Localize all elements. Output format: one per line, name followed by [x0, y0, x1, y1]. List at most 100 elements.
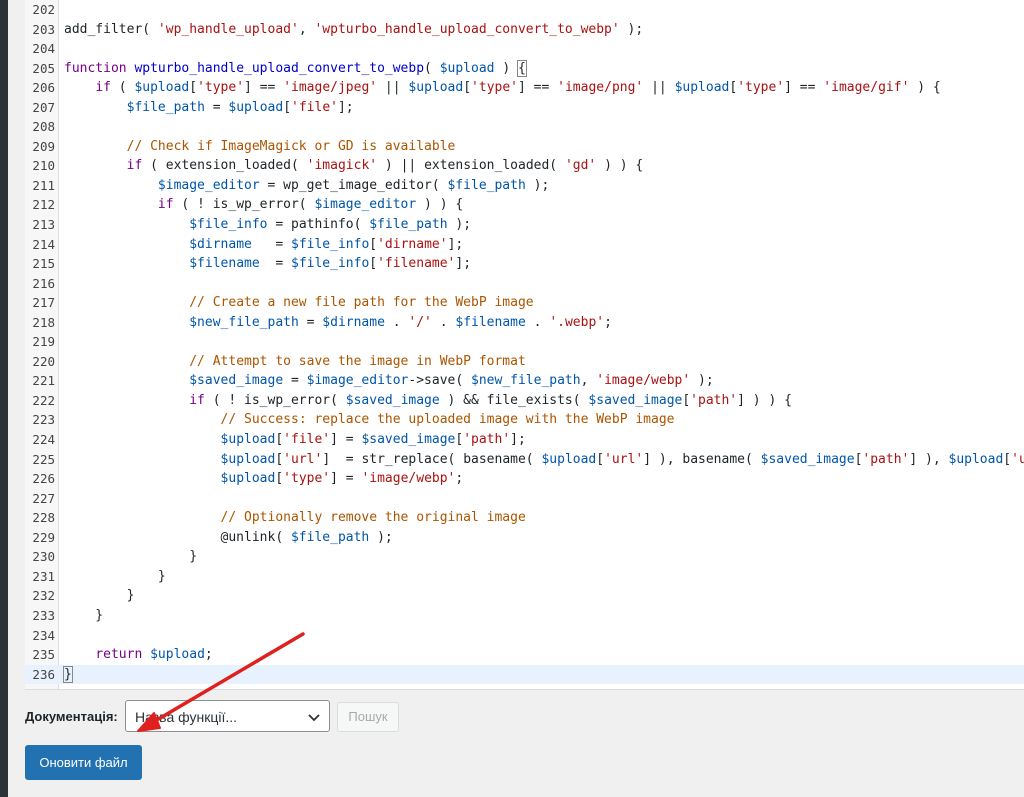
code-line[interactable]: 216 — [25, 274, 1024, 294]
code-lines[interactable]: 202 203 add_filter( 'wp_handle_upload', 'w… — [25, 0, 1024, 685]
line-number: 216 — [32, 275, 55, 291]
code-line[interactable]: 210 if ( extension_loaded( 'imagick' ) |… — [25, 156, 1024, 176]
code-text: } — [63, 665, 73, 685]
code-editor[interactable]: 202 203 add_filter( 'wp_handle_upload', 'w… — [25, 0, 1024, 690]
code-line[interactable]: 217 // Create a new file path for the We… — [25, 293, 1024, 313]
code-line[interactable]: 212 if ( ! is_wp_error( $image_editor ) … — [25, 195, 1024, 215]
code-token: $dirname — [189, 236, 252, 252]
code-line[interactable]: 228 // Optionally remove the original im… — [25, 508, 1024, 528]
code-token: || — [643, 80, 675, 96]
code-line[interactable]: 221 $saved_image = $image_editor->save( … — [25, 371, 1024, 391]
code-token: [ — [283, 99, 292, 115]
code-token: 'image/png' — [557, 80, 644, 96]
code-token: } — [64, 568, 166, 584]
line-number: 230 — [32, 549, 55, 565]
code-line[interactable]: 235 return $upload; — [25, 645, 1024, 665]
code-line[interactable]: 226 $upload['type'] = 'image/webp'; — [25, 469, 1024, 489]
code-line[interactable]: 218 $new_file_path = $dirname . '/' . $f… — [25, 313, 1024, 333]
line-number: 217 — [32, 295, 55, 311]
code-token: 'filename' — [377, 256, 456, 272]
code-token: 'path' — [463, 432, 511, 448]
code-token: // Optionally remove the original image — [220, 510, 526, 526]
code-token: $image_editor — [314, 197, 417, 213]
code-token: ] = — [330, 432, 362, 448]
code-text: $filename = $file_info['filename']; — [64, 254, 471, 274]
code-line[interactable]: 213 $file_info = pathinfo( $file_path ); — [25, 215, 1024, 235]
code-token: $file_info — [291, 256, 370, 272]
line-number: 235 — [32, 647, 55, 663]
code-token: ( — [110, 80, 135, 96]
code-line[interactable]: 208 — [25, 117, 1024, 137]
line-number: 204 — [32, 41, 55, 57]
code-text: if ( ! is_wp_error( $image_editor ) ) { — [64, 195, 463, 215]
code-line[interactable]: 203 add_filter( 'wp_handle_upload', 'wptu… — [25, 20, 1024, 40]
code-token: } — [63, 665, 73, 683]
code-token: ) { — [909, 80, 941, 96]
code-token: return — [95, 647, 143, 663]
code-token: = — [251, 236, 291, 252]
code-token: 'image/gif' — [823, 80, 910, 96]
code-line[interactable]: 215 $filename = $file_info['filename']; — [25, 254, 1024, 274]
code-token: // Attempt to save the image in WebP for… — [189, 353, 526, 369]
code-token: function — [64, 60, 127, 76]
code-text: if ( ! is_wp_error( $saved_image ) && fi… — [64, 391, 792, 411]
code-token: 'imagick' — [306, 158, 378, 174]
code-token: 'file' — [291, 99, 338, 115]
code-token: ; — [604, 314, 612, 330]
line-number: 212 — [32, 197, 55, 213]
code-token: $saved_image — [588, 392, 683, 408]
code-line[interactable]: 202 — [25, 0, 1024, 20]
code-line[interactable]: 222 if ( ! is_wp_error( $saved_image ) &… — [25, 391, 1024, 411]
code-line[interactable]: 225 $upload['url'] = str_replace( basena… — [25, 450, 1024, 470]
code-line[interactable]: 233 } — [25, 606, 1024, 626]
code-line[interactable]: 219 — [25, 332, 1024, 352]
line-number: 231 — [32, 568, 55, 584]
code-text: $file_info = pathinfo( $file_path ); — [64, 215, 471, 235]
line-number: 206 — [32, 80, 55, 96]
code-token: $saved_image — [345, 392, 440, 408]
code-line[interactable]: 229 @unlink( $file_path ); — [25, 528, 1024, 548]
code-line[interactable]: 224 $upload['file'] = $saved_image['path… — [25, 430, 1024, 450]
code-line[interactable]: 207 $file_path = $upload['file']; — [25, 98, 1024, 118]
code-line[interactable]: 211 $image_editor = wp_get_image_editor(… — [25, 176, 1024, 196]
admin-sidebar-edge — [0, 0, 8, 797]
code-line[interactable]: 204 — [25, 39, 1024, 59]
code-token: = — [298, 314, 323, 330]
code-token: $dirname — [322, 314, 385, 330]
code-line[interactable]: 232 } — [25, 586, 1024, 606]
code-line[interactable]: 205 function wpturbo_handle_upload_conver… — [25, 59, 1024, 79]
code-line[interactable]: 231 } — [25, 567, 1024, 587]
code-token: ]; — [455, 256, 472, 272]
code-line[interactable]: 234 — [25, 626, 1024, 646]
code-line[interactable]: 214 $dirname = $file_info['dirname']; — [25, 235, 1024, 255]
code-token: $upload — [948, 451, 1004, 467]
code-line[interactable]: 227 — [25, 489, 1024, 509]
code-token: ]; — [337, 99, 354, 115]
code-line[interactable]: 206 if ( $upload['type'] == 'image/jpeg'… — [25, 78, 1024, 98]
code-line[interactable]: 209 // Check if ImageMagick or GD is ava… — [25, 137, 1024, 157]
code-line[interactable]: 223 // Success: replace the uploaded ima… — [25, 410, 1024, 430]
code-text: } — [64, 606, 103, 626]
code-line[interactable]: 220 // Attempt to save the image in WebP… — [25, 352, 1024, 372]
code-text: $upload['type'] = 'image/webp'; — [64, 469, 464, 489]
lookup-button[interactable]: Пошук — [337, 702, 399, 732]
code-text: $upload['url'] = str_replace( basename( … — [64, 450, 1024, 470]
code-token: 'wpturbo_handle_upload_convert_to_webp' — [314, 21, 620, 37]
code-token: 'type' — [737, 80, 785, 96]
code-token: ); — [369, 529, 393, 545]
update-file-button[interactable]: Оновити файл — [25, 745, 142, 780]
code-token: 'path' — [690, 392, 738, 408]
line-number: 213 — [32, 217, 55, 233]
code-token: ) ) { — [416, 197, 464, 213]
code-token: 'type' — [283, 471, 331, 487]
code-token: ] = str_replace( basename( — [322, 451, 542, 467]
code-line[interactable]: 230 } — [25, 547, 1024, 567]
code-token: $file_info — [291, 236, 370, 252]
function-name-select[interactable]: Назва функції... — [125, 700, 330, 732]
code-line[interactable]: 236} — [25, 664, 1024, 685]
code-token: '/' — [408, 314, 432, 330]
